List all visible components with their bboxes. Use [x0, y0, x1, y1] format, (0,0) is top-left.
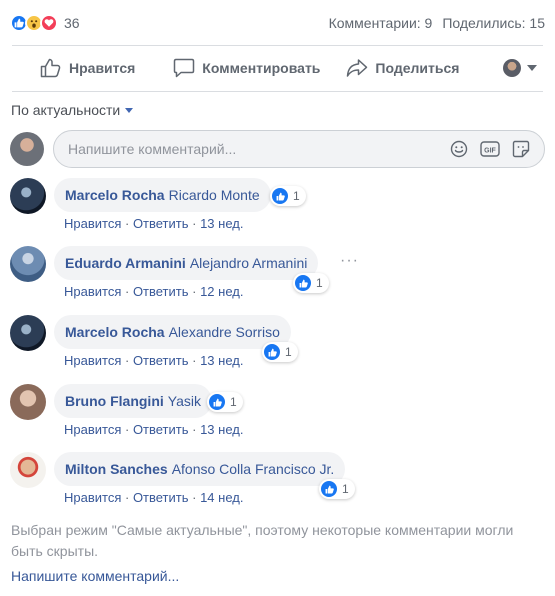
comment-like-count: 1: [293, 189, 300, 203]
comment-button[interactable]: Комментировать: [173, 58, 320, 78]
shares-count-link[interactable]: Поделились: 15: [442, 15, 545, 31]
comment-like-badge[interactable]: 1: [293, 273, 329, 293]
comment-timestamp[interactable]: 13 нед.: [200, 216, 243, 231]
comment-like-badge[interactable]: 1: [270, 186, 306, 206]
avatar[interactable]: [10, 315, 46, 351]
reaction-icons[interactable]: [10, 14, 58, 32]
comment-bubble: Marcelo Rocha Alexandre Sorriso: [54, 315, 291, 349]
comment-like-count: 1: [285, 345, 292, 359]
comment-item: Marcelo Rocha Ricardo Monte 1 Нравится ·…: [10, 178, 545, 236]
emoji-icon[interactable]: [450, 140, 468, 158]
comment-author[interactable]: Marcelo Rocha: [65, 187, 165, 203]
comment-bubble: Bruno Flangini Yasik: [54, 384, 212, 418]
comment-meta: Нравится · Ответить · 14 нед.: [64, 490, 244, 505]
comment-like-link[interactable]: Нравится: [64, 422, 121, 437]
love-icon: [40, 14, 58, 32]
comment-mention[interactable]: Alexandre Sorriso: [169, 324, 280, 340]
avatar: [503, 59, 521, 77]
gif-icon[interactable]: GIF: [480, 140, 500, 158]
share-arrow-icon: [347, 59, 368, 77]
share-button-label: Поделиться: [375, 60, 460, 76]
comment-like-badge[interactable]: 1: [262, 342, 298, 362]
avatar[interactable]: [10, 452, 46, 488]
comment-mention[interactable]: Yasik: [168, 393, 201, 409]
avatar[interactable]: [10, 178, 46, 214]
comment-sort-dropdown[interactable]: По актуальности: [11, 102, 134, 118]
more-options-icon[interactable]: ···: [340, 252, 359, 270]
comment-bubble: Milton Sanches Afonso Colla Francisco Jr…: [54, 452, 346, 486]
comment-meta: Нравится · Ответить · 13 нед.: [64, 353, 244, 368]
like-icon: [295, 275, 311, 291]
comment-item: Marcelo Rocha Alexandre Sorriso 1 Нравит…: [10, 315, 545, 373]
caret-down-icon: [125, 107, 134, 113]
comment-like-link[interactable]: Нравится: [64, 284, 121, 299]
comments-count-link[interactable]: Комментарии: 9: [329, 15, 433, 31]
avatar[interactable]: [10, 246, 46, 282]
comment-mention[interactable]: Alejandro Armanini: [190, 255, 308, 271]
comment-timestamp[interactable]: 14 нед.: [200, 490, 243, 505]
divider: [12, 45, 543, 46]
comment-like-count: 1: [230, 395, 237, 409]
reaction-summary: 36 Комментарии: 9 Поделились: 15: [10, 10, 545, 36]
comment-timestamp[interactable]: 12 нед.: [200, 284, 243, 299]
comment-reply-link[interactable]: Ответить: [133, 353, 189, 368]
comment-bubble: Eduardo Armanini Alejandro Armanini: [54, 246, 319, 280]
caret-down-icon: [527, 65, 537, 71]
write-comment-link[interactable]: Напишите комментарий...: [11, 568, 179, 584]
post-as-selector[interactable]: [503, 59, 537, 77]
comment-button-label: Комментировать: [202, 60, 321, 76]
comment-like-count: 1: [316, 276, 323, 290]
like-icon: [209, 394, 225, 410]
comment-reply-link[interactable]: Ответить: [133, 284, 189, 299]
comment-timestamp[interactable]: 13 нед.: [200, 353, 243, 368]
comment-author[interactable]: Marcelo Rocha: [65, 324, 165, 340]
like-button-label: Нравится: [69, 60, 136, 76]
comment-like-link[interactable]: Нравится: [64, 490, 121, 505]
svg-text:GIF: GIF: [484, 148, 496, 155]
thumbs-up-icon: [40, 58, 61, 78]
comment-timestamp[interactable]: 13 нед.: [200, 422, 243, 437]
comment-reply-link[interactable]: Ответить: [133, 422, 189, 437]
divider: [12, 91, 543, 92]
comment-like-count: 1: [342, 482, 349, 496]
speech-bubble-icon: [174, 58, 195, 78]
like-icon: [264, 344, 280, 360]
comment-like-badge[interactable]: 1: [207, 392, 243, 412]
sort-label: По актуальности: [11, 102, 121, 118]
comment-item: Milton Sanches Afonso Colla Francisco Jr…: [10, 452, 545, 510]
like-button[interactable]: Нравится: [40, 58, 135, 78]
share-button[interactable]: Поделиться: [346, 58, 459, 78]
comment-mention[interactable]: Ricardo Monte: [169, 187, 260, 203]
comment-meta: Нравится · Ответить · 13 нед.: [64, 422, 244, 437]
comment-author[interactable]: Milton Sanches: [65, 461, 168, 477]
comment-author[interactable]: Bruno Flangini: [65, 393, 164, 409]
comment-like-link[interactable]: Нравится: [64, 216, 121, 231]
comment-meta: Нравится · Ответить · 13 нед.: [64, 216, 244, 231]
avatar[interactable]: [10, 384, 46, 420]
avatar[interactable]: [10, 132, 44, 166]
comment-item: Eduardo Armanini Alejandro Armanini ··· …: [10, 246, 545, 304]
comment-like-link[interactable]: Нравится: [64, 353, 121, 368]
sticker-icon[interactable]: [512, 140, 530, 158]
comment-mention[interactable]: Afonso Colla Francisco Jr.: [172, 461, 335, 477]
hidden-comments-notice: Выбран режим "Самые актуальные", поэтому…: [11, 522, 514, 559]
comment-reply-link[interactable]: Ответить: [133, 216, 189, 231]
comment-input-placeholder: Напишите комментарий...: [68, 141, 237, 157]
comment-author[interactable]: Eduardo Armanini: [65, 255, 186, 271]
comment-item: Bruno Flangini Yasik 1 Нравится · Ответи…: [10, 384, 545, 442]
post-action-bar: Нравится Комментировать Поделиться: [10, 50, 545, 86]
reaction-count[interactable]: 36: [64, 15, 80, 31]
like-icon: [272, 188, 288, 204]
comment-meta: Нравится · Ответить · 12 нед.: [64, 284, 244, 299]
comment-bubble: Marcelo Rocha Ricardo Monte: [54, 178, 271, 212]
comment-input[interactable]: Напишите комментарий... GIF: [53, 130, 545, 168]
comment-like-badge[interactable]: 1: [319, 479, 355, 499]
comment-composer: Напишите комментарий... GIF: [10, 130, 545, 168]
like-icon: [321, 481, 337, 497]
comment-reply-link[interactable]: Ответить: [133, 490, 189, 505]
